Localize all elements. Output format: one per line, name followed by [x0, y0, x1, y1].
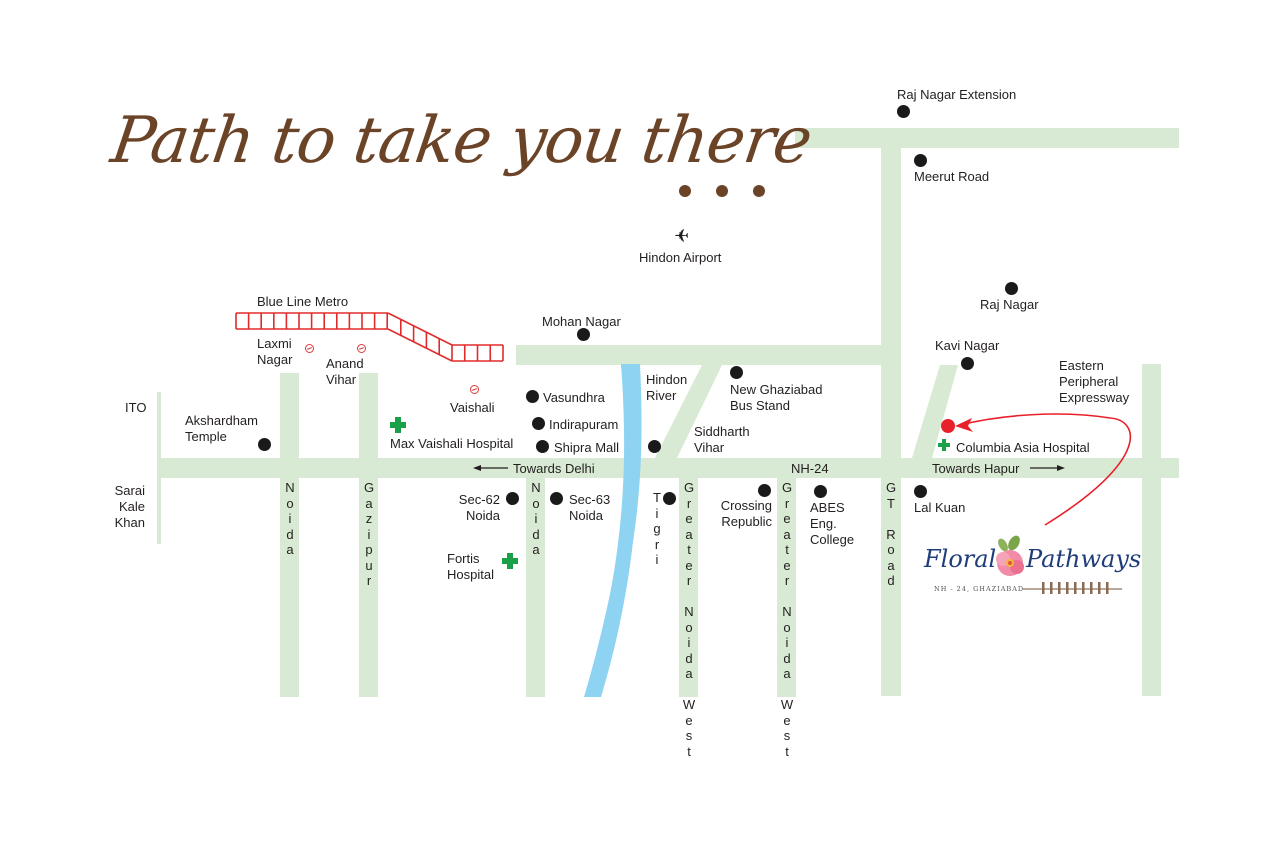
- metro-track-segment: [387, 328, 453, 362]
- mohan-nagar-marker: [577, 328, 590, 341]
- fence-icon: [1022, 582, 1122, 594]
- fence-post: [1106, 582, 1109, 594]
- kavi-nagar-label: Kavi Nagar: [935, 338, 1000, 353]
- logo-name-part1: Floral: [924, 545, 997, 573]
- title-ellipsis-dot: [679, 185, 691, 197]
- logo-subtitle: NH - 24, GHAZIABAD: [934, 585, 1025, 593]
- tigri-marker: [663, 492, 676, 505]
- meerut-road-label: Meerut Road: [914, 169, 990, 184]
- noida-road-label: N o i d a: [285, 480, 295, 557]
- lal-kuan-marker: [914, 485, 927, 498]
- fence-post: [1098, 582, 1101, 594]
- greater-noida-west-road-label: G r e a t e r N o i d a W e s t: [780, 480, 794, 759]
- hindon-airport-label: Hindon Airport: [639, 250, 722, 265]
- fence-post: [1050, 582, 1053, 594]
- fence-post: [1082, 582, 1085, 594]
- road-kavi-nagar-diagonal: [912, 365, 958, 458]
- hospital-cross-icon: [938, 439, 950, 451]
- siddharth-vihar-label: Siddharth Vihar: [694, 424, 750, 455]
- raj-nagar-extension-marker: [897, 105, 910, 118]
- noida-road-label: N o i d a: [531, 480, 541, 557]
- crossing-republic-label: Crossing Republic: [720, 498, 772, 529]
- akshardham-label: Akshardham Temple: [185, 413, 258, 444]
- sec63-label: Sec-63 Noida: [569, 492, 611, 523]
- columbia-asia-hospital-label: Columbia Asia Hospital: [956, 440, 1090, 455]
- abes-label: ABES Eng. College: [810, 500, 855, 547]
- road-eastern-peripheral: [1142, 364, 1161, 696]
- fence-post: [1090, 582, 1093, 594]
- route-arrowhead: [955, 418, 973, 432]
- indirapuram-marker: [532, 417, 545, 430]
- metro-line-label: Blue Line Metro: [257, 294, 349, 309]
- hindon-river-label: Hindon River: [646, 372, 688, 403]
- road-mohan-nagar: [516, 345, 882, 365]
- new-ghaziabad-bus-stand-label: New Ghaziabad Bus Stand: [730, 382, 823, 413]
- title-ellipsis-dot: [716, 185, 728, 197]
- fence-post: [1058, 582, 1061, 594]
- new-ghaziabad-bus-stand-marker: [730, 366, 743, 379]
- road-raj-nagar-extension: [795, 128, 1179, 148]
- siddharth-vihar-marker: [648, 440, 661, 453]
- gt-road-label: G T R o a d: [885, 480, 897, 588]
- max-vaishali-hospital-label: Max Vaishali Hospital: [390, 436, 514, 451]
- hospital-cross-icon: [390, 417, 406, 433]
- logo-name-part2: Pathways: [1026, 545, 1142, 573]
- fence-post: [1066, 582, 1069, 594]
- eastern-peripheral-expressway-label: Eastern Peripheral Expressway: [1059, 358, 1130, 405]
- fence-post: [1074, 582, 1077, 594]
- akshardham-marker: [258, 438, 271, 451]
- raj-nagar-label: Raj Nagar: [980, 297, 1039, 312]
- abes-marker: [814, 485, 827, 498]
- flower-icon: [996, 535, 1024, 576]
- indirapuram-label: Indirapuram: [549, 417, 619, 432]
- location-map: Path to take you there ✈ Hindon Airport …: [0, 0, 1280, 850]
- ito-label: ITO: [125, 400, 147, 415]
- floral-pathways-logo: Floral Pathways NH - 24, GHAZIABAD: [922, 533, 1141, 597]
- airplane-icon: ✈: [674, 226, 690, 246]
- metro-station-icon: [305, 344, 314, 353]
- metro-station-label: Laxmi Nagar: [257, 336, 293, 367]
- road-nh24: [160, 458, 1179, 478]
- raj-nagar-extension-label: Raj Nagar Extension: [897, 87, 1017, 102]
- towards-delhi-label: Towards Delhi: [513, 461, 595, 476]
- road-ito-sarai-kale-khan: [157, 392, 161, 544]
- hospital-cross-icon: [502, 553, 518, 569]
- greater-noida-west-road-label: G r e a t e r N o i d a W e s t: [682, 480, 696, 759]
- metro-station-label: Vaishali: [450, 400, 495, 415]
- sec62-marker: [506, 492, 519, 505]
- sarai-kale-khan-label: Sarai Kale Khan: [114, 483, 145, 530]
- meerut-road-marker: [914, 154, 927, 167]
- crossing-republic-marker: [758, 484, 771, 497]
- sec62-label: Sec-62 Noida: [458, 492, 500, 523]
- shipra-mall-marker: [536, 440, 549, 453]
- raj-nagar-marker: [1005, 282, 1018, 295]
- metro-station-icon: [357, 344, 366, 353]
- shipra-mall-label: Shipra Mall: [554, 440, 620, 455]
- title-ellipsis-dot: [753, 185, 765, 197]
- lal-kuan-label: Lal Kuan: [914, 500, 966, 515]
- fence-post: [1042, 582, 1045, 594]
- destination-marker: [941, 419, 955, 433]
- sec63-marker: [550, 492, 563, 505]
- metro-station-icon: [470, 385, 479, 394]
- metro-station-label: Anand Vihar: [326, 356, 364, 387]
- road-gt-road: [881, 148, 901, 696]
- hindon-river-body: [585, 364, 639, 697]
- page-title: Path to take you there: [106, 104, 816, 178]
- vasundhra-marker: [526, 390, 539, 403]
- kavi-nagar-marker: [961, 357, 974, 370]
- towards-hapur-label: Towards Hapur: [932, 461, 1020, 476]
- fortis-hospital-label: Fortis Hospital: [447, 551, 494, 582]
- nh24-label: NH-24: [791, 461, 829, 476]
- metro-track-segment: [387, 312, 453, 346]
- gazipur-road-label: G a z i p u r: [363, 480, 375, 588]
- vasundhra-label: Vasundhra: [543, 390, 605, 405]
